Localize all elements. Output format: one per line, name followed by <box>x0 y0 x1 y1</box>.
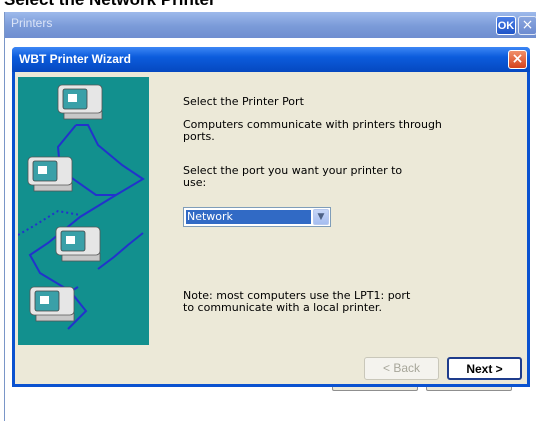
close-icon: × <box>511 51 524 67</box>
printers-titlebar: Printers OK × <box>5 12 536 38</box>
wizard-close-button[interactable]: × <box>508 50 527 69</box>
port-select[interactable]: Network ▼ <box>183 207 331 227</box>
wizard-body: Select the Printer Port Computers commun… <box>15 72 527 384</box>
wizard-titlebar: WBT Printer Wizard × <box>12 47 530 72</box>
dropdown-arrow-button[interactable]: ▼ <box>313 209 329 225</box>
computer-icon <box>29 286 75 322</box>
networked-computers-illustration <box>18 77 149 345</box>
printers-window-title: Printers <box>11 16 53 30</box>
back-button[interactable]: < Back <box>364 357 439 380</box>
computer-icon <box>57 84 103 120</box>
wizard-title: WBT Printer Wizard <box>19 52 131 66</box>
computer-icon <box>27 156 73 192</box>
port-prompt-label: Select the port you want your printer to… <box>183 164 403 189</box>
chevron-down-icon: ▼ <box>317 212 325 222</box>
page-heading: Select the Network Printer <box>4 0 216 9</box>
ok-button[interactable]: OK <box>496 16 516 35</box>
computer-icon <box>55 226 101 262</box>
printers-close-button[interactable]: × <box>518 16 536 35</box>
close-icon: × <box>521 17 534 33</box>
wizard-description: Computers communicate with printers thro… <box>183 118 442 143</box>
wizard-page-title: Select the Printer Port <box>183 95 304 108</box>
printer-wizard-dialog: WBT Printer Wizard × Select the Printer … <box>12 47 530 387</box>
next-button[interactable]: Next > <box>447 357 522 380</box>
port-note: Note: most computers use the LPT1: port … <box>183 289 411 314</box>
port-select-value: Network <box>185 209 312 225</box>
